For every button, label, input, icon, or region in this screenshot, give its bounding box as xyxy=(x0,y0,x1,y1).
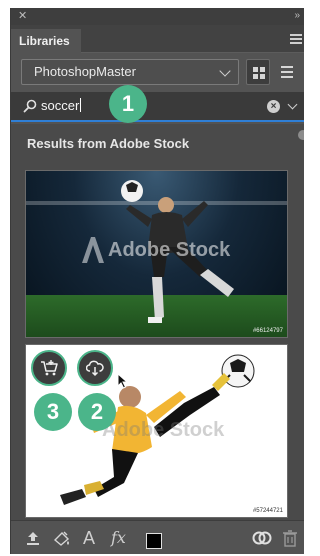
clear-icon[interactable]: × xyxy=(267,100,280,113)
stock-watermark: Adobe Stock xyxy=(102,419,225,441)
list-view-icon xyxy=(281,66,293,81)
color-icon[interactable] xyxy=(146,533,162,549)
step-badge-3: 3 xyxy=(34,393,72,431)
panel-menu-icon[interactable] xyxy=(290,34,302,44)
chevron-down-icon xyxy=(219,65,231,77)
panel-topbar: ✕ » xyxy=(11,8,304,25)
library-select-value: PhotoshopMaster xyxy=(34,64,136,79)
tab-row: Libraries xyxy=(11,25,304,53)
search-input[interactable]: soccer xyxy=(41,98,82,114)
cart-icon xyxy=(41,360,58,376)
license-cart-button[interactable] xyxy=(31,350,67,386)
stock-result-1[interactable]: Adobe Stock #66124797 xyxy=(25,170,288,338)
search-bar: soccer × xyxy=(11,92,304,122)
mouse-cursor-icon xyxy=(117,373,129,389)
adobe-logo-icon xyxy=(82,237,104,263)
list-view-button[interactable] xyxy=(275,59,299,85)
save-preview-button[interactable] xyxy=(77,350,113,386)
step-badge-2: 2 xyxy=(78,393,116,431)
collapse-icon[interactable]: » xyxy=(294,10,299,22)
trash-icon[interactable] xyxy=(283,529,297,547)
libraries-panel: ✕ » Libraries PhotoshopMaster soccer × 1… xyxy=(10,8,304,554)
text-cursor xyxy=(80,98,82,112)
step-badge-1: 1 xyxy=(109,85,147,123)
stock-id: #66124797 xyxy=(252,328,283,334)
fx-icon[interactable]: fx xyxy=(111,528,126,548)
search-input-value: soccer xyxy=(41,98,80,113)
upload-icon[interactable] xyxy=(25,530,41,546)
scrollbar-thumb[interactable] xyxy=(298,130,304,140)
grid-view-button[interactable] xyxy=(246,59,270,85)
stock-result-2[interactable]: Adobe Stock #57244721 xyxy=(25,344,288,518)
cloud-download-icon xyxy=(86,360,104,377)
stock-id: #57244721 xyxy=(252,508,283,514)
library-select[interactable]: PhotoshopMaster xyxy=(21,59,239,85)
panel-footer: A fx xyxy=(11,520,304,554)
cc-icon[interactable] xyxy=(252,529,272,547)
results-title: Results from Adobe Stock xyxy=(27,136,190,151)
search-icon xyxy=(23,99,37,113)
stock-watermark: Adobe Stock xyxy=(108,239,231,261)
tab-libraries[interactable]: Libraries xyxy=(11,29,81,53)
paint-icon[interactable] xyxy=(53,530,71,546)
text-icon[interactable]: A xyxy=(83,528,95,548)
results-area: Results from Adobe Stock Adobe Stock #66… xyxy=(11,124,304,520)
close-icon[interactable]: ✕ xyxy=(18,10,27,22)
grid-view-icon xyxy=(253,67,265,79)
search-options-chevron-icon[interactable] xyxy=(287,99,298,110)
